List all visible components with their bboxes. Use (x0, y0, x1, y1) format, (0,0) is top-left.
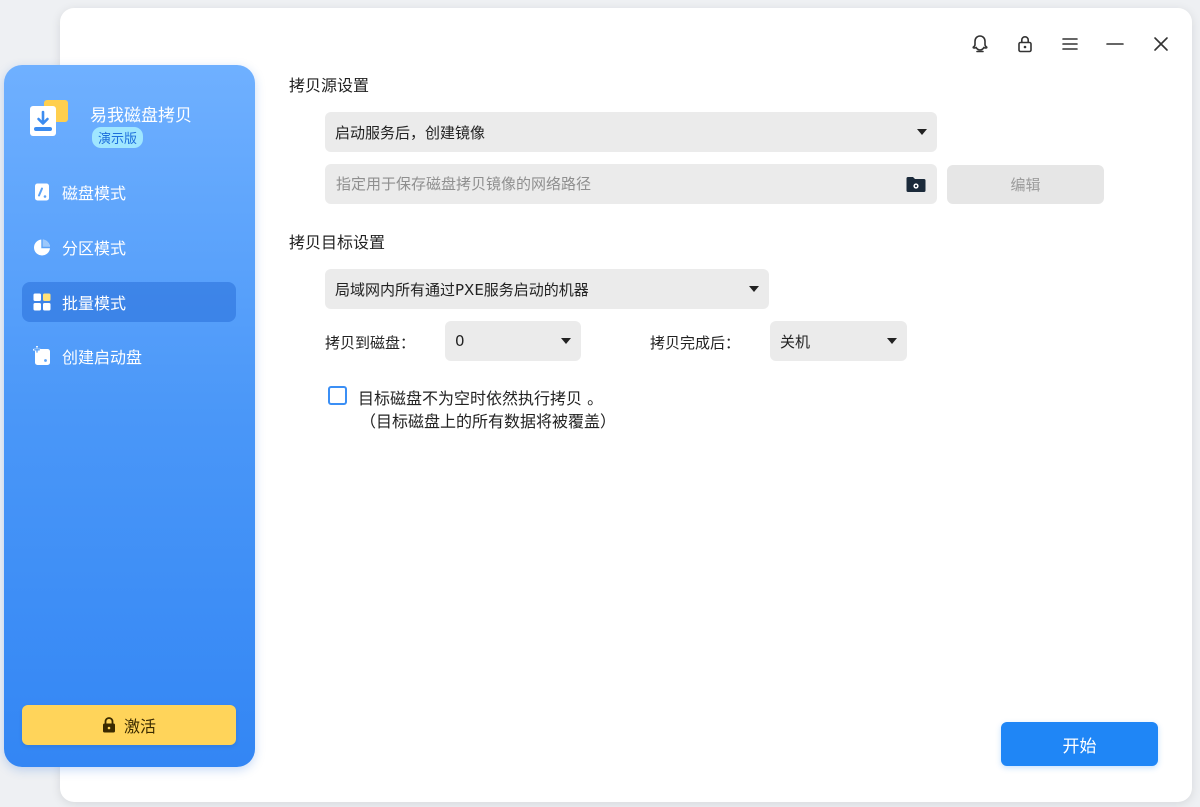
force-copy-note: （目标磁盘上的所有数据将被覆盖） (360, 412, 617, 431)
edition-badge: 演示版 (92, 127, 144, 148)
lock-icon[interactable] (1013, 32, 1037, 56)
chevron-down-icon (561, 338, 571, 344)
sidebar-item-label: 磁盘模式 (62, 184, 127, 203)
lock-icon (102, 717, 116, 733)
target-machines-select[interactable]: 局域网内所有通过PXE服务启动的机器 (325, 269, 769, 309)
support-icon[interactable] (968, 32, 992, 56)
activate-label: 激活 (123, 717, 156, 736)
target-settings-title: 拷贝目标设置 (289, 233, 386, 252)
start-button[interactable]: 开始 (1001, 722, 1158, 766)
sidebar-item-disk-mode[interactable]: 磁盘模式 (22, 172, 236, 212)
chevron-down-icon (887, 338, 897, 344)
activate-button[interactable]: 激活 (22, 705, 236, 745)
network-path-input[interactable] (325, 164, 937, 204)
sidebar: 易我磁盘拷贝 演示版 磁盘模式 分区模式 批量模式 创建启动盘 激活 (4, 65, 255, 767)
source-mode-value: 启动服务后，创建镜像 (335, 123, 486, 142)
sidebar-item-label: 批量模式 (62, 294, 127, 313)
folder-browse-icon[interactable] (905, 174, 927, 194)
sidebar-item-label: 分区模式 (62, 239, 127, 258)
sidebar-item-label: 创建启动盘 (62, 348, 143, 367)
partition-mode-icon (32, 237, 52, 257)
after-copy-select[interactable]: 关机 (770, 321, 907, 361)
chevron-down-icon (749, 286, 759, 292)
after-copy-value: 关机 (780, 332, 811, 351)
source-settings-title: 拷贝源设置 (289, 76, 370, 95)
source-mode-select[interactable]: 启动服务后，创建镜像 (325, 112, 937, 152)
sidebar-item-create-boot-disk[interactable]: 创建启动盘 (22, 336, 236, 376)
after-copy-label: 拷贝完成后： (650, 334, 741, 352)
disk-mode-icon (32, 182, 52, 202)
copy-to-disk-value: 0 (455, 332, 465, 350)
close-icon[interactable] (1149, 32, 1173, 56)
target-machines-value: 局域网内所有通过PXE服务启动的机器 (335, 280, 589, 299)
edit-button[interactable]: 编辑 (947, 165, 1104, 204)
sidebar-item-batch-mode[interactable]: 批量模式 (22, 282, 236, 322)
chevron-down-icon (917, 129, 927, 135)
app-name: 易我磁盘拷贝 (90, 106, 192, 126)
menu-icon[interactable] (1058, 32, 1082, 56)
sidebar-item-partition-mode[interactable]: 分区模式 (22, 227, 236, 267)
minimize-icon[interactable] (1103, 32, 1127, 56)
batch-mode-icon (32, 292, 52, 312)
force-copy-checkbox[interactable] (328, 386, 347, 405)
app-logo-icon (28, 98, 72, 142)
force-copy-text: 目标磁盘不为空时依然执行拷贝 。 (358, 389, 604, 408)
copy-to-disk-label: 拷贝到磁盘： (325, 334, 416, 352)
copy-to-disk-select[interactable]: 0 (445, 321, 581, 361)
create-boot-disk-icon (32, 346, 52, 366)
